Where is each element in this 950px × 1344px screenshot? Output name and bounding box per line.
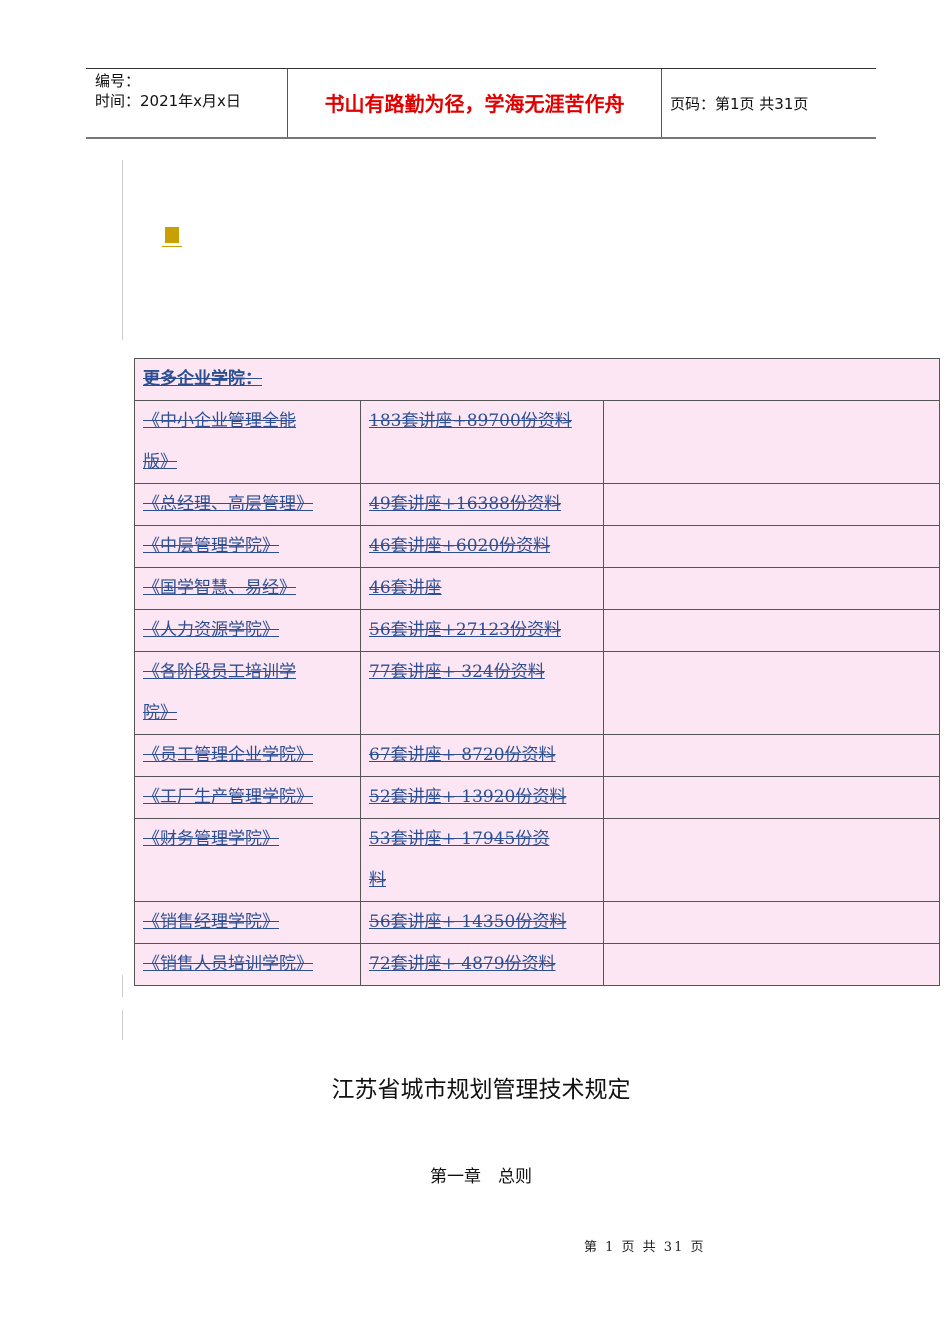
- page-info: 页码：第1页 共31页: [670, 95, 809, 113]
- empty-cell: [603, 525, 940, 568]
- name-cell: 《员工管理企业学院》: [134, 734, 361, 777]
- resource-link[interactable]: 183套讲座+89700份资料: [369, 411, 572, 431]
- name-cell: 《销售人员培训学院》: [134, 943, 361, 986]
- academy-table: 更多企业学院： 《中小企业管理全能 版》 183套讲座+89700份资料《总经理、高…: [134, 358, 940, 986]
- desc-cell: 67套讲座+ 8720份资料: [360, 734, 604, 777]
- desc-cell: 183套讲座+89700份资料: [360, 400, 604, 484]
- desc-cell: 53套讲座+ 17945份资料: [360, 818, 604, 902]
- table-row: 《销售经理学院》 56套讲座+ 14350份资料: [134, 901, 940, 944]
- table-row: 《各阶段员工培训学 院》 77套讲座+ 324份资料: [134, 651, 940, 735]
- academy-link[interactable]: 《国学智慧、易经》: [143, 578, 296, 598]
- academy-link[interactable]: 《人力资源学院》: [143, 620, 279, 640]
- name-cell: 《财务管理学院》: [134, 818, 361, 902]
- resource-link[interactable]: 56套讲座+27123份资料: [369, 620, 561, 640]
- resource-link[interactable]: 料: [369, 870, 386, 890]
- desc-cell: 46套讲座+6020份资料: [360, 525, 604, 568]
- document-page: 编号： 时间：2021年x月x日 书山有路勤为径，学海无涯苦作舟 页码：第1页 …: [0, 0, 950, 1344]
- resource-link[interactable]: 46套讲座+6020份资料: [369, 536, 550, 556]
- name-cell: 《工厂生产管理学院》: [134, 776, 361, 819]
- bullet-square-icon: [165, 227, 179, 243]
- table-row: 《中小企业管理全能 版》 183套讲座+89700份资料: [134, 400, 940, 484]
- academy-link[interactable]: 《销售经理学院》: [143, 912, 279, 932]
- page-header: 编号： 时间：2021年x月x日 书山有路勤为径，学海无涯苦作舟 页码：第1页 …: [86, 68, 876, 139]
- desc-cell: 56套讲座+ 14350份资料: [360, 901, 604, 944]
- resource-link[interactable]: 46套讲座: [369, 578, 442, 598]
- name-cell: 《中层管理学院》: [134, 525, 361, 568]
- desc-cell: 77套讲座+ 324份资料: [360, 651, 604, 735]
- academy-link[interactable]: 院》: [143, 703, 177, 723]
- table-row: 《总经理、高层管理》 49套讲座+16388份资料: [134, 483, 940, 526]
- academy-link[interactable]: 《员工管理企业学院》: [143, 745, 313, 765]
- motto: 书山有路勤为径，学海无涯苦作舟: [287, 69, 662, 137]
- academy-link[interactable]: 《工厂生产管理学院》: [143, 787, 313, 807]
- document-title: 江苏省城市规划管理技术规定: [331, 1077, 631, 1103]
- table-row: 《工厂生产管理学院》 52套讲座+ 13920份资料: [134, 776, 940, 819]
- academy-link[interactable]: 《各阶段员工培训学: [143, 662, 296, 682]
- margin-line: [122, 160, 123, 340]
- academy-link[interactable]: 《财务管理学院》: [143, 829, 279, 849]
- page-footer: 第 1 页 共 31 页: [584, 1240, 706, 1255]
- margin-line: [122, 975, 123, 997]
- bullet-underline: [162, 246, 182, 247]
- margin-line: [122, 1010, 123, 1040]
- empty-cell: [603, 609, 940, 652]
- resource-link[interactable]: 72套讲座+ 4879份资料: [369, 954, 556, 974]
- empty-cell: [603, 818, 940, 902]
- header-meta: 编号： 时间：2021年x月x日: [86, 69, 295, 139]
- resource-link[interactable]: 67套讲座+ 8720份资料: [369, 745, 556, 765]
- table-heading-link[interactable]: 更多企业学院：: [143, 369, 262, 389]
- desc-cell: 49套讲座+16388份资料: [360, 483, 604, 526]
- resource-link[interactable]: 52套讲座+ 13920份资料: [369, 787, 566, 807]
- table-row: 《员工管理企业学院》 67套讲座+ 8720份资料: [134, 734, 940, 777]
- desc-cell: 56套讲座+27123份资料: [360, 609, 604, 652]
- empty-cell: [603, 901, 940, 944]
- table-row: 《销售人员培训学院》 72套讲座+ 4879份资料: [134, 943, 940, 986]
- empty-cell: [603, 943, 940, 986]
- empty-cell: [603, 734, 940, 777]
- table-heading-row: 更多企业学院：: [134, 358, 940, 401]
- table-row: 《中层管理学院》 46套讲座+6020份资料: [134, 525, 940, 568]
- resource-link[interactable]: 77套讲座+ 324份资料: [369, 662, 545, 682]
- academy-link[interactable]: 《中层管理学院》: [143, 536, 279, 556]
- empty-cell: [603, 483, 940, 526]
- desc-cell: 52套讲座+ 13920份资料: [360, 776, 604, 819]
- academy-link[interactable]: 《销售人员培训学院》: [143, 954, 313, 974]
- desc-cell: 46套讲座: [360, 567, 604, 610]
- resource-link[interactable]: 49套讲座+16388份资料: [369, 494, 561, 514]
- number-label: 编号：: [95, 72, 141, 90]
- table-row: 《国学智慧、易经》 46套讲座: [134, 567, 940, 610]
- desc-cell: 72套讲座+ 4879份资料: [360, 943, 604, 986]
- name-cell: 《总经理、高层管理》: [134, 483, 361, 526]
- empty-cell: [603, 776, 940, 819]
- academy-link[interactable]: 版》: [143, 452, 177, 472]
- academy-link[interactable]: 《总经理、高层管理》: [143, 494, 313, 514]
- empty-cell: [603, 567, 940, 610]
- name-cell: 《国学智慧、易经》: [134, 567, 361, 610]
- resource-link[interactable]: 53套讲座+ 17945份资: [369, 829, 549, 849]
- date-label: 时间：2021年x月x日: [95, 92, 241, 110]
- name-cell: 《中小企业管理全能 版》: [134, 400, 361, 484]
- resource-link[interactable]: 56套讲座+ 14350份资料: [369, 912, 566, 932]
- name-cell: 《人力资源学院》: [134, 609, 361, 652]
- name-cell: 《销售经理学院》: [134, 901, 361, 944]
- table-row: 《财务管理学院》 53套讲座+ 17945份资料: [134, 818, 940, 902]
- name-cell: 《各阶段员工培训学 院》: [134, 651, 361, 735]
- empty-cell: [603, 400, 940, 484]
- chapter-heading: 第一章 总则: [430, 1167, 532, 1187]
- table-row: 《人力资源学院》 56套讲座+27123份资料: [134, 609, 940, 652]
- academy-link[interactable]: 《中小企业管理全能: [143, 411, 296, 431]
- empty-cell: [603, 651, 940, 735]
